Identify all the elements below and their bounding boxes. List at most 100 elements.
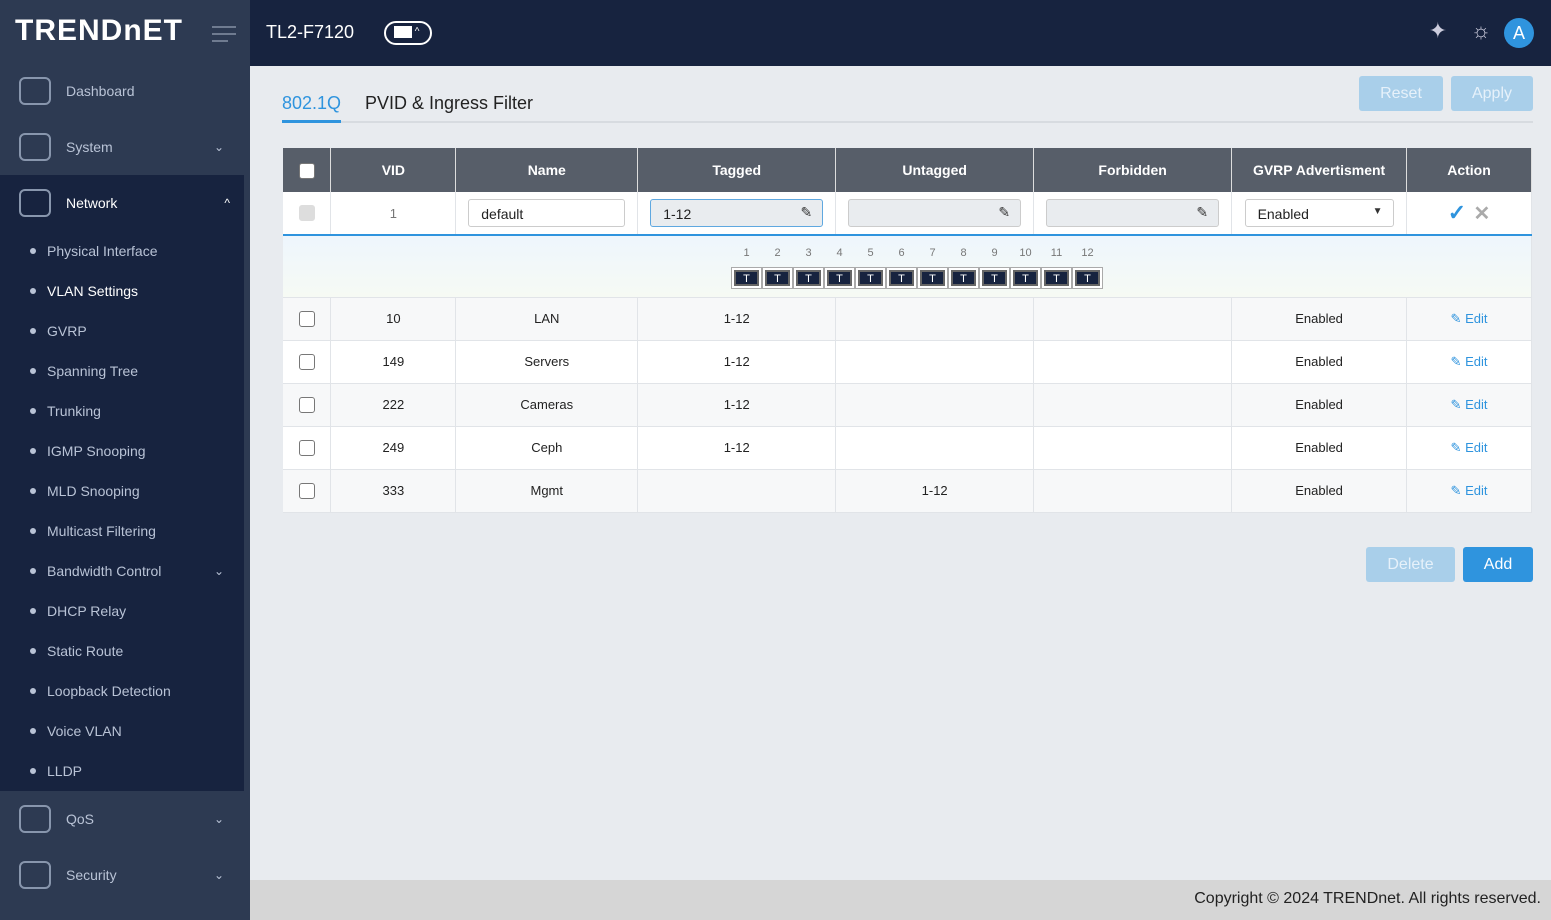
sidebar-item-dashboard[interactable]: Dashboard bbox=[0, 63, 250, 119]
port-toggle[interactable]: 11 T bbox=[1041, 247, 1072, 289]
network-icon bbox=[19, 189, 51, 217]
device-switcher-button[interactable]: ^ bbox=[384, 21, 432, 45]
forbidden-input[interactable]: ✎ bbox=[1046, 199, 1220, 227]
port-toggle[interactable]: 1T bbox=[731, 247, 762, 289]
vid-cell: 222 bbox=[330, 383, 457, 427]
port-toggle[interactable]: 4T bbox=[824, 247, 855, 289]
gvrp-select[interactable]: Enabled ▼ bbox=[1244, 199, 1394, 227]
sidebar-subitem[interactable]: GVRP bbox=[0, 311, 244, 351]
subitem-label: Spanning Tree bbox=[47, 363, 139, 379]
bullet-icon bbox=[30, 568, 36, 574]
subitem-label: Physical Interface bbox=[47, 243, 158, 259]
tab-bar: 802.1Q PVID & Ingress Filter bbox=[282, 90, 1533, 123]
sidebar-item-system[interactable]: System ⌄ bbox=[0, 119, 250, 175]
forbidden-cell bbox=[1033, 383, 1233, 427]
edit-icon: ✎ bbox=[1450, 353, 1462, 369]
sidebar-subitem[interactable]: Bandwidth Control ⌄ bbox=[0, 551, 244, 591]
port-mode: T bbox=[827, 269, 852, 286]
chevron-down-icon: ⌄ bbox=[213, 140, 224, 154]
sidebar-subitem[interactable]: Multicast Filtering bbox=[0, 511, 244, 551]
chevron-up-icon: ^ bbox=[224, 196, 230, 210]
row-checkbox[interactable] bbox=[298, 439, 315, 456]
vid-cell: 1 bbox=[330, 192, 457, 236]
port-number: 1 bbox=[743, 246, 750, 259]
cancel-x-icon[interactable]: ✕ bbox=[1473, 203, 1490, 225]
sidebar-subitem[interactable]: DHCP Relay bbox=[0, 591, 244, 631]
table-row: 10 LAN 1-12 Enabled ✎ Edit bbox=[283, 297, 1532, 341]
untagged-cell bbox=[835, 297, 1035, 341]
table-row: 149 Servers 1-12 Enabled ✎ Edit bbox=[283, 340, 1532, 384]
reset-button[interactable]: Reset bbox=[1359, 76, 1443, 111]
sidebar-subitem[interactable]: VLAN Settings bbox=[0, 271, 244, 311]
row-checkbox[interactable] bbox=[298, 482, 315, 499]
name-cell: Mgmt bbox=[455, 469, 639, 513]
sidebar-item-qos[interactable]: QoS ⌄ bbox=[0, 791, 250, 847]
magic-wand-icon[interactable]: ✦ bbox=[1429, 18, 1447, 44]
switch-icon bbox=[394, 26, 412, 38]
user-avatar[interactable]: A bbox=[1504, 18, 1534, 48]
edit-label: Edit bbox=[1465, 353, 1488, 369]
sidebar-label: Dashboard bbox=[66, 83, 135, 99]
device-title: TL2-F7120 bbox=[266, 22, 355, 42]
network-submenu: Network ^ Physical Interface VLAN Settings… bbox=[0, 175, 244, 791]
bullet-icon bbox=[30, 688, 36, 694]
row-checkbox[interactable] bbox=[298, 396, 315, 413]
bullet-icon bbox=[30, 408, 36, 414]
port-toggle[interactable]: 8T bbox=[948, 247, 979, 289]
edit-link[interactable]: ✎ Edit bbox=[1451, 397, 1488, 412]
edit-link[interactable]: ✎ Edit bbox=[1451, 440, 1488, 455]
bullet-icon bbox=[30, 448, 36, 454]
sidebar-item-network[interactable]: Network ^ bbox=[0, 175, 250, 231]
row-checkbox[interactable] bbox=[298, 310, 315, 327]
delete-button[interactable]: Delete bbox=[1366, 547, 1455, 582]
confirm-check-icon[interactable]: ✓ bbox=[1448, 200, 1466, 225]
sidebar-item-security[interactable]: Security ⌄ bbox=[0, 847, 250, 903]
subitem-label: IGMP Snooping bbox=[47, 443, 146, 459]
sidebar-subitem[interactable]: Physical Interface bbox=[0, 231, 244, 271]
select-all-checkbox[interactable] bbox=[298, 162, 315, 179]
theme-sun-icon[interactable]: ☼ bbox=[1471, 18, 1491, 44]
tagged-cell: 1-12 bbox=[637, 383, 837, 427]
apply-button[interactable]: Apply bbox=[1451, 76, 1533, 111]
tagged-cell bbox=[637, 469, 837, 513]
untagged-input[interactable]: ✎ bbox=[848, 199, 1022, 227]
row-checkbox-disabled bbox=[298, 205, 315, 222]
sidebar-subitem[interactable]: Static Route bbox=[0, 631, 244, 671]
pencil-icon: ✎ bbox=[998, 204, 1011, 220]
add-button[interactable]: Add bbox=[1463, 547, 1533, 582]
edit-link[interactable]: ✎ Edit bbox=[1451, 311, 1488, 326]
sidebar-subitem[interactable]: IGMP Snooping bbox=[0, 431, 244, 471]
subitem-label: GVRP bbox=[47, 323, 87, 339]
sidebar-subitem[interactable]: MLD Snooping bbox=[0, 471, 244, 511]
pencil-icon: ✎ bbox=[1196, 204, 1209, 220]
port-toggle[interactable]: 5T bbox=[855, 247, 886, 289]
name-input[interactable]: default bbox=[468, 199, 626, 227]
port-toggle[interactable]: 2T bbox=[762, 247, 793, 289]
tagged-input[interactable]: 1-12 ✎ bbox=[650, 199, 824, 227]
port-toggle[interactable]: 10 T bbox=[1010, 247, 1041, 289]
port-toggle[interactable]: 9T bbox=[979, 247, 1010, 289]
sidebar-subitem[interactable]: Voice VLAN bbox=[0, 711, 244, 751]
sidebar-subitem[interactable]: LLDP bbox=[0, 751, 244, 791]
port-toggle[interactable]: 3T bbox=[793, 247, 824, 289]
port-icon: T bbox=[979, 266, 1010, 289]
port-toggle[interactable]: 7T bbox=[917, 247, 948, 289]
subitem-label: VLAN Settings bbox=[47, 283, 139, 299]
row-checkbox[interactable] bbox=[298, 353, 315, 370]
port-mode: T bbox=[1013, 269, 1038, 286]
port-toggle[interactable]: 6T bbox=[886, 247, 917, 289]
edit-icon: ✎ bbox=[1450, 396, 1462, 412]
chevron-down-icon: ⌄ bbox=[213, 812, 224, 826]
edit-label: Edit bbox=[1465, 482, 1488, 498]
edit-link[interactable]: ✎ Edit bbox=[1451, 483, 1488, 498]
menu-toggle-icon[interactable] bbox=[212, 26, 236, 47]
edit-link[interactable]: ✎ Edit bbox=[1451, 354, 1488, 369]
tab-802-1q[interactable]: 802.1Q bbox=[282, 93, 342, 123]
sidebar-label: Security bbox=[66, 867, 117, 883]
column-header: Action bbox=[1406, 148, 1532, 192]
tab-pvid-ingress-filter[interactable]: PVID & Ingress Filter bbox=[365, 93, 533, 114]
sidebar-subitem[interactable]: Loopback Detection bbox=[0, 671, 244, 711]
sidebar-subitem[interactable]: Spanning Tree bbox=[0, 351, 244, 391]
port-toggle[interactable]: 12 T bbox=[1072, 247, 1103, 289]
sidebar-subitem[interactable]: Trunking bbox=[0, 391, 244, 431]
